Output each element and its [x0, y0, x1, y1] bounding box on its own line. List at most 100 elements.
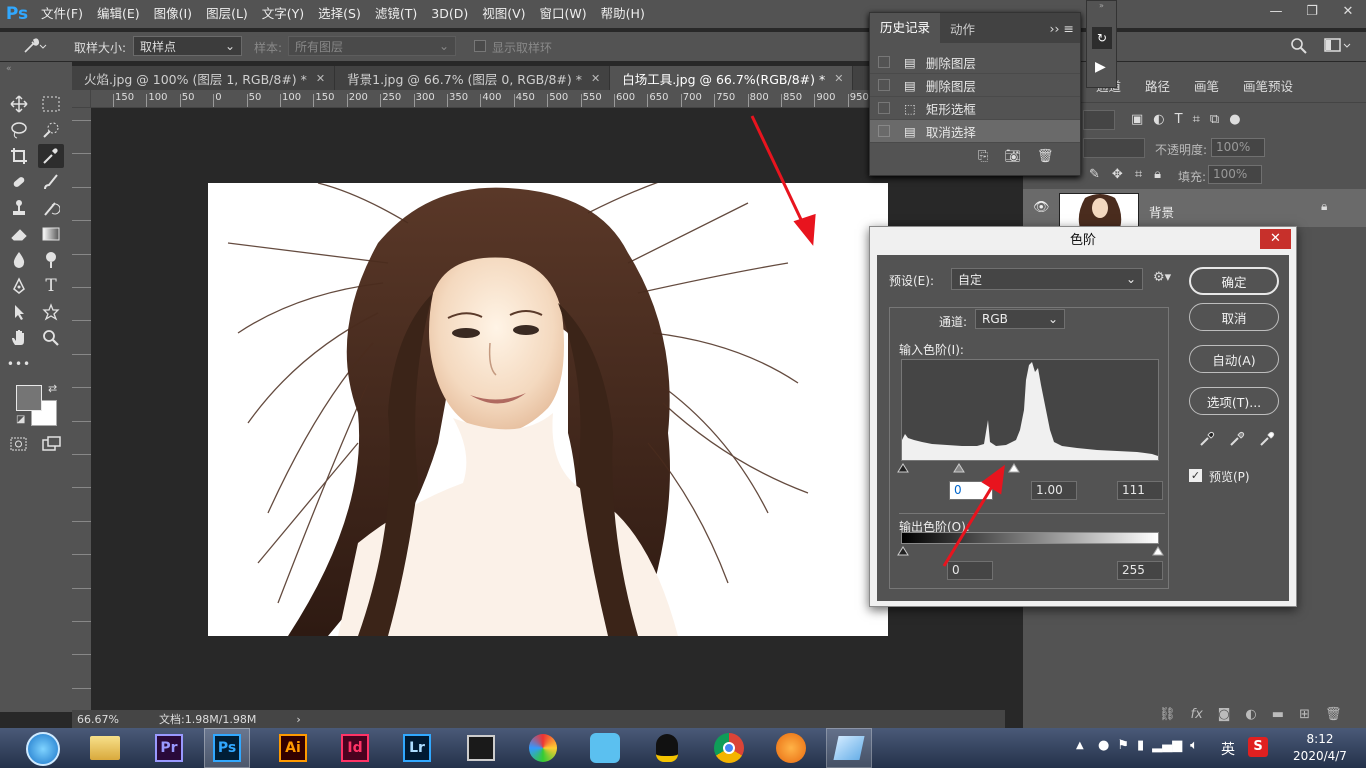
close-icon[interactable]: ✕ — [591, 72, 600, 85]
panel-menu-icon[interactable]: ›› ≡ — [1050, 21, 1080, 36]
color-wheel-app-icon[interactable] — [520, 728, 566, 768]
preset-select[interactable]: 自定 ⌄ — [951, 268, 1143, 290]
tab-whitepoint-doc[interactable]: 白场工具.jpg @ 66.7%(RGB/8#) * ✕ — [610, 66, 854, 90]
output-white-field[interactable]: 255 — [1117, 561, 1163, 580]
auto-button[interactable]: 自动(A) — [1189, 345, 1279, 373]
search-icon[interactable] — [1290, 37, 1308, 58]
default-colors-icon[interactable]: ◪ — [16, 414, 25, 425]
layer-name[interactable]: 背景 — [1149, 202, 1174, 221]
input-white-field[interactable]: 111 — [1117, 481, 1163, 500]
quick-mask-icon[interactable] — [10, 436, 28, 455]
tab-flame-doc[interactable]: 火焰.jpg @ 100% (图层 1, RGB/8#) * ✕ — [72, 66, 336, 90]
indesign-icon[interactable]: Id — [332, 728, 378, 768]
menu-image[interactable]: 图像(I) — [147, 0, 199, 28]
actions-play-icon[interactable]: ▶ — [1095, 59, 1106, 75]
history-item[interactable]: ▤ 删除图层 — [870, 51, 1080, 74]
marquee-tool-icon[interactable] — [38, 92, 64, 116]
tab-brushes[interactable]: 画笔 — [1182, 76, 1231, 100]
screen-mode-icon[interactable] — [42, 436, 62, 455]
fx-icon[interactable]: fx — [1191, 707, 1203, 722]
more-tools-icon[interactable]: ••• — [6, 352, 32, 376]
volume-icon[interactable]: 🔈︎ — [1190, 738, 1198, 753]
move-tool-icon[interactable] — [6, 92, 32, 116]
trash-icon[interactable]: 🗑︎ — [1037, 149, 1054, 164]
snapshot-checkbox[interactable] — [878, 125, 890, 137]
input-black-field[interactable]: 0 — [949, 481, 993, 500]
blend-mode-select[interactable] — [1083, 138, 1145, 158]
minimize-icon[interactable]: — — [1258, 0, 1294, 22]
chrome-icon[interactable] — [706, 728, 752, 768]
brush-tool-icon[interactable] — [38, 170, 64, 194]
chat-app-icon[interactable] — [582, 728, 628, 768]
snapshot-checkbox[interactable] — [878, 79, 890, 91]
adjustment-icon[interactable]: ◐ — [1245, 707, 1256, 722]
zoom-level[interactable]: 66.67% — [77, 713, 137, 726]
quick-select-tool-icon[interactable] — [38, 118, 64, 142]
snapshot-checkbox[interactable] — [878, 102, 890, 114]
black-point-slider[interactable] — [897, 462, 909, 476]
mask-icon[interactable]: ◙ — [1218, 707, 1231, 722]
photoshop-icon[interactable]: Ps — [204, 728, 250, 768]
collapse-icon[interactable]: » — [1087, 1, 1116, 13]
ruler-origin[interactable] — [72, 90, 91, 108]
channel-select[interactable]: RGB ⌄ — [975, 309, 1065, 329]
illustrator-icon[interactable]: Ai — [270, 728, 316, 768]
pen-tool-icon[interactable] — [6, 274, 32, 298]
layer-row-background[interactable]: 👁︎ 背景 🔒︎ — [1023, 189, 1366, 227]
network-icon[interactable]: ▂▄▆ — [1152, 738, 1182, 753]
fill-field[interactable]: 100% — [1208, 165, 1262, 184]
document-image[interactable] — [208, 183, 888, 636]
dodge-tool-icon[interactable] — [38, 248, 64, 272]
camera-icon[interactable]: 📷︎ — [1004, 149, 1021, 164]
settings-gear-icon[interactable]: ⚙︎▾ — [1153, 270, 1171, 285]
workspace-icon[interactable] — [1324, 38, 1354, 57]
link-icon[interactable]: ⛓︎ — [1159, 707, 1176, 722]
lightroom-icon[interactable]: Lr — [394, 728, 440, 768]
notes-app-icon[interactable] — [826, 728, 872, 768]
clock-time[interactable]: 8:12 — [1290, 732, 1350, 746]
adjustment-filter-icon[interactable]: ◐ — [1153, 112, 1164, 127]
type-filter-icon[interactable]: T — [1175, 112, 1183, 127]
menu-view[interactable]: 视图(V) — [475, 0, 532, 28]
tab-history[interactable]: 历史记录 — [870, 13, 941, 43]
white-point-slider[interactable] — [1008, 462, 1020, 476]
menu-edit[interactable]: 编辑(E) — [90, 0, 147, 28]
white-eyedropper-icon[interactable] — [1259, 431, 1275, 447]
lock-artboard-icon[interactable]: ⌗ — [1135, 167, 1142, 182]
menu-layer[interactable]: 图层(L) — [199, 0, 255, 28]
trash-icon[interactable]: 🗑︎ — [1325, 707, 1342, 722]
security-tray-icon[interactable]: ⚑ — [1117, 738, 1129, 753]
cancel-button[interactable]: 取消 — [1189, 303, 1279, 331]
filter-toggle-icon[interactable]: ● — [1229, 112, 1240, 127]
video-editor-icon[interactable] — [458, 728, 504, 768]
tab-paths[interactable]: 路径 — [1133, 76, 1182, 100]
qq-tray-icon[interactable]: ● — [1098, 738, 1109, 753]
input-gamma-field[interactable]: 1.00 — [1031, 481, 1077, 500]
file-explorer-icon[interactable] — [82, 728, 128, 768]
close-icon[interactable]: ✕ — [316, 72, 325, 85]
chevron-right-icon[interactable]: › — [296, 713, 300, 726]
new-document-from-state-icon[interactable]: ⎘ — [978, 149, 988, 164]
path-selection-tool-icon[interactable] — [6, 300, 32, 324]
sogou-ime-icon[interactable]: S — [1248, 737, 1268, 757]
qq-penguin-icon[interactable] — [644, 728, 690, 768]
restore-icon[interactable]: ❐ — [1294, 0, 1330, 22]
foreground-color-swatch[interactable] — [16, 385, 42, 411]
canvas-area[interactable] — [91, 108, 1005, 710]
custom-shape-tool-icon[interactable] — [38, 300, 64, 324]
premiere-icon[interactable]: Pr — [146, 728, 192, 768]
eye-icon[interactable]: 👁︎ — [1033, 200, 1050, 215]
browser-app-icon[interactable] — [768, 728, 814, 768]
menu-select[interactable]: 选择(S) — [311, 0, 368, 28]
gray-eyedropper-icon[interactable] — [1229, 431, 1245, 447]
gamma-slider[interactable] — [953, 462, 965, 476]
history-item[interactable]: ⬚ 矩形选框 — [870, 97, 1080, 120]
menu-type[interactable]: 文字(Y) — [255, 0, 311, 28]
close-window-icon[interactable]: ✕ — [1330, 0, 1366, 22]
close-icon[interactable]: ✕ — [834, 72, 843, 85]
filter-select[interactable] — [1083, 110, 1115, 130]
eyedropper-tool-preset-icon[interactable] — [22, 37, 48, 58]
lock-move-icon[interactable]: ✥ — [1112, 167, 1123, 182]
eraser-tool-icon[interactable] — [6, 222, 32, 246]
lasso-tool-icon[interactable] — [6, 118, 32, 142]
